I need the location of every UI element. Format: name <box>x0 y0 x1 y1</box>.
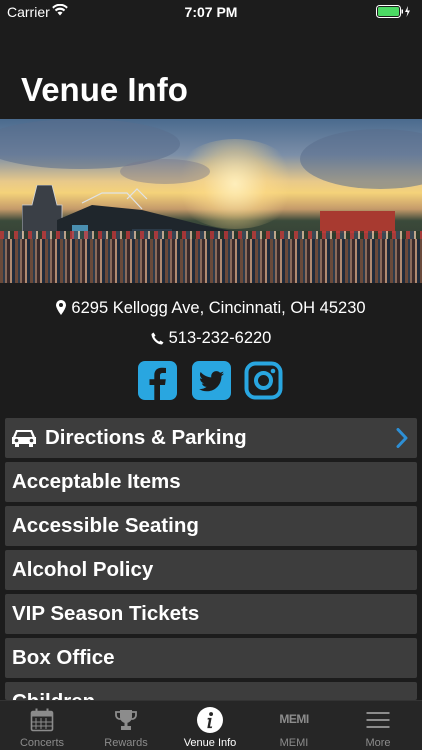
twitter-icon <box>199 371 224 392</box>
menu-item-label: Alcohol Policy <box>12 558 154 581</box>
chevron-right-icon <box>396 428 408 448</box>
tab-concerts[interactable]: Concerts <box>0 701 84 750</box>
calendar-icon <box>30 708 54 732</box>
phone-row[interactable]: 513-232-6220 <box>0 329 422 348</box>
tab-label: Rewards <box>104 737 148 749</box>
twitter-button[interactable] <box>192 361 231 400</box>
menu-item-alcohol-policy[interactable]: Alcohol Policy <box>5 550 417 590</box>
social-links <box>138 361 286 403</box>
facebook-icon <box>149 367 166 400</box>
crowd <box>0 239 422 283</box>
facebook-button[interactable] <box>138 361 177 400</box>
instagram-icon <box>244 361 283 400</box>
tab-label: More <box>365 737 391 749</box>
tab-memi[interactable]: MEMI MEMI <box>252 701 336 750</box>
phone-icon <box>151 332 164 345</box>
menu-item-vip-season-tickets[interactable]: VIP Season Tickets <box>5 594 417 634</box>
menu-item-label: VIP Season Tickets <box>12 602 200 625</box>
venue-contact-info: 6295 Kellogg Ave, Cincinnati, OH 45230 5… <box>0 283 422 413</box>
car-icon <box>12 430 36 447</box>
menu-item-label: Accessible Seating <box>12 514 199 537</box>
battery-charging-icon <box>376 5 410 18</box>
tab-bar: Concerts Rewards Venue Info MEMI MEMI Mo… <box>0 700 422 750</box>
memi-logo: MEMI <box>279 712 309 726</box>
instagram-button[interactable] <box>244 361 283 400</box>
tab-label: Venue Info <box>183 737 237 749</box>
menu-item-label: Directions & Parking <box>45 426 247 449</box>
page-title: Venue Info <box>21 71 188 108</box>
menu-item-children[interactable]: Children <box>5 682 417 700</box>
venue-photo <box>0 119 422 283</box>
tab-label: Concerts <box>19 737 65 749</box>
tab-venue-info[interactable]: Venue Info <box>168 701 252 750</box>
menu-item-label: Children <box>12 690 95 700</box>
menu-item-box-office[interactable]: Box Office <box>5 638 417 678</box>
address-row[interactable]: 6295 Kellogg Ave, Cincinnati, OH 45230 <box>0 299 422 318</box>
menu-item-acceptable-items[interactable]: Acceptable Items <box>5 462 417 502</box>
tab-label: MEMI <box>279 737 309 749</box>
menu-icon <box>366 712 390 728</box>
info-icon <box>197 707 223 733</box>
tab-rewards[interactable]: Rewards <box>84 701 168 750</box>
navigation-header: Venue Info <box>0 24 422 119</box>
phone-text: 513-232-6220 <box>168 329 272 347</box>
status-bar: Carrier 7:07 PM <box>0 0 422 24</box>
menu-item-accessible-seating[interactable]: Accessible Seating <box>5 506 417 546</box>
address-text: 6295 Kellogg Ave, Cincinnati, OH 45230 <box>71 299 366 317</box>
menu-item-directions-parking[interactable]: Directions & Parking <box>5 418 417 458</box>
menu-item-label: Acceptable Items <box>12 470 181 493</box>
status-time: 7:07 PM <box>184 4 238 20</box>
trophy-icon <box>115 710 137 730</box>
map-marker-icon <box>56 300 67 315</box>
menu-item-label: Box Office <box>12 646 115 669</box>
tab-more[interactable]: More <box>336 701 420 750</box>
